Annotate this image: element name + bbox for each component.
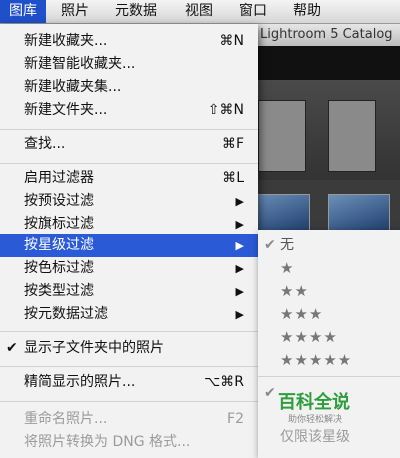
menu-separator bbox=[0, 401, 258, 402]
menu-item-refine-photos[interactable]: 精简显示的照片... ⌥⌘R bbox=[0, 371, 258, 394]
library-menu: 新建收藏夹... ⌘N 新建智能收藏夹... 新建收藏夹集... 新建文件夹..… bbox=[0, 24, 258, 458]
checkmark-icon: ✔ bbox=[6, 340, 18, 356]
menu-window[interactable]: 窗口 bbox=[230, 0, 276, 23]
thumbnail-frame bbox=[258, 100, 306, 172]
menu-bar: 图库 照片 元数据 视图 窗口 帮助 bbox=[0, 0, 400, 24]
top-panel bbox=[248, 46, 400, 80]
shortcut: ⌘L bbox=[222, 170, 244, 186]
triangle-right-icon: ▶ bbox=[235, 308, 244, 321]
menu-item-filter-by-rating[interactable]: 按星级过滤 ▶ bbox=[0, 234, 258, 257]
checkmark-icon: ✔ bbox=[264, 385, 276, 401]
checkmark-icon: ✔ bbox=[264, 237, 276, 253]
menu-item-filter-by-color-label[interactable]: 按色标过滤 ▶ bbox=[0, 257, 258, 280]
menu-item-show-subfolder-photos[interactable]: ✔ 显示子文件夹中的照片 bbox=[0, 337, 258, 360]
watermark-title: 百科全说 bbox=[278, 392, 350, 413]
menu-view[interactable]: 视图 bbox=[176, 0, 222, 23]
shortcut: ⌘F bbox=[221, 136, 244, 152]
window-title: Lightroom 5 Catalog bbox=[248, 24, 400, 46]
triangle-right-icon: ▶ bbox=[235, 239, 244, 252]
submenu-item-1-star[interactable]: ★ bbox=[258, 257, 400, 279]
shortcut: ⌘N bbox=[219, 33, 244, 49]
submenu-item-5-stars[interactable]: ★★★★★ bbox=[258, 349, 400, 371]
menu-item-new-smart-collection[interactable]: 新建智能收藏夹... bbox=[0, 53, 258, 76]
shortcut: F2 bbox=[227, 411, 244, 427]
thumbnail-frame bbox=[328, 100, 376, 172]
menu-item-filter-by-flag[interactable]: 按旗标过滤 ▶ bbox=[0, 213, 258, 236]
submenu-item-2-stars[interactable]: ★★ bbox=[258, 280, 400, 302]
menu-metadata[interactable]: 元数据 bbox=[106, 0, 166, 23]
menu-item-rename-photo[interactable]: 重命名照片... F2 bbox=[0, 408, 258, 431]
menu-library[interactable]: 图库 bbox=[0, 0, 46, 23]
triangle-right-icon: ▶ bbox=[235, 262, 244, 275]
menu-separator bbox=[0, 366, 258, 367]
menu-item-enable-filters[interactable]: 启用过滤器 ⌘L bbox=[0, 167, 258, 190]
menu-separator bbox=[258, 376, 400, 377]
menu-separator bbox=[0, 163, 258, 164]
submenu-item-3-stars[interactable]: ★★★ bbox=[258, 303, 400, 325]
shortcut: ⌥⌘R bbox=[204, 374, 244, 390]
triangle-right-icon: ▶ bbox=[235, 218, 244, 231]
menu-item-filter-by-metadata[interactable]: 按元数据过滤 ▶ bbox=[0, 303, 258, 326]
submenu-item-this-rating-only[interactable]: ✔ 仅限该星级 bbox=[258, 385, 400, 448]
menu-item-convert-to-dng[interactable]: 将照片转换为 DNG 格式... bbox=[0, 431, 258, 454]
triangle-right-icon: ▶ bbox=[235, 285, 244, 298]
menu-photo[interactable]: 照片 bbox=[52, 0, 98, 23]
watermark: 百科全说 助你轻松解决 bbox=[278, 392, 388, 426]
watermark-subtitle: 助你轻松解决 bbox=[288, 415, 343, 425]
menu-item-filter-by-preset[interactable]: 按预设过滤 ▶ bbox=[0, 190, 258, 213]
submenu-item-none[interactable]: ✔ 无 bbox=[258, 234, 400, 256]
menu-item-find[interactable]: 查找... ⌘F bbox=[0, 133, 258, 156]
menu-item-filter-by-kind[interactable]: 按类型过滤 ▶ bbox=[0, 280, 258, 303]
menu-help[interactable]: 帮助 bbox=[284, 0, 330, 23]
menu-item-new-collection-set[interactable]: 新建收藏夹集... bbox=[0, 76, 258, 99]
menu-item-new-folder[interactable]: 新建文件夹... ⇧⌘N bbox=[0, 99, 258, 122]
menu-item-new-collection[interactable]: 新建收藏夹... ⌘N bbox=[0, 30, 258, 53]
triangle-right-icon: ▶ bbox=[235, 195, 244, 208]
submenu-item-4-stars[interactable]: ★★★★ bbox=[258, 326, 400, 348]
menu-separator bbox=[0, 129, 258, 130]
filter-toolbar bbox=[248, 80, 400, 180]
menu-separator bbox=[0, 331, 258, 332]
shortcut: ⇧⌘N bbox=[207, 102, 244, 118]
